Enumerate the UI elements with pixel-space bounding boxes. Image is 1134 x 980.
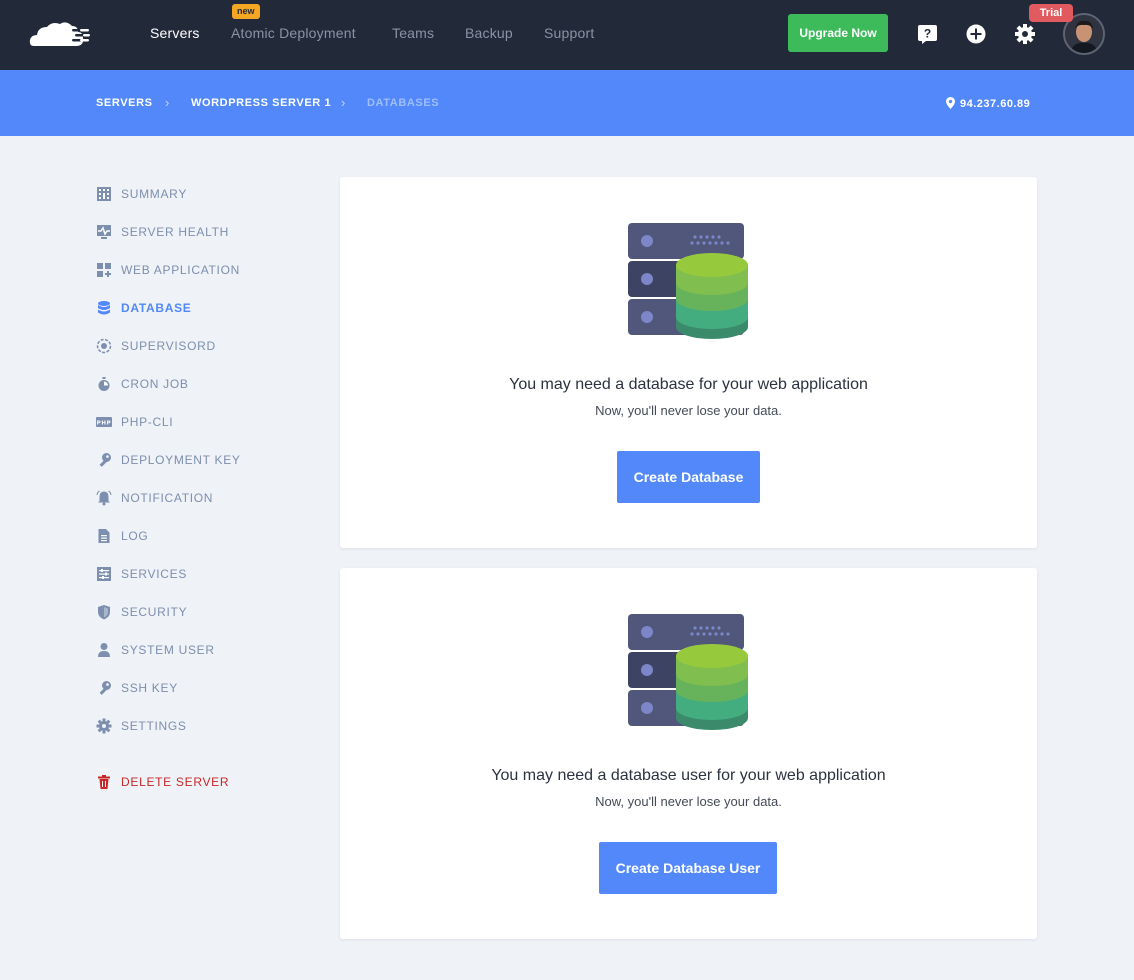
create-database-button[interactable]: Create Database [617, 451, 760, 503]
sidebar-item-label: SUMMARY [121, 187, 188, 201]
database-server-illustration [628, 223, 748, 339]
database-icon [98, 301, 110, 315]
services-icon [97, 567, 111, 581]
sidebar-item-label: SUPERVISORD [121, 339, 216, 353]
sidebar-item-label: NOTIFICATION [121, 491, 214, 505]
new-badge: new [232, 4, 260, 19]
upgrade-now-button[interactable]: Upgrade Now [788, 14, 888, 52]
card-subtitle: Now, you'll never lose your data. [595, 794, 782, 809]
sidebar-item-label: SETTINGS [121, 719, 187, 733]
bell-icon [96, 490, 112, 506]
sidebar-item-label: SERVER HEALTH [121, 225, 230, 239]
gear-icon [96, 718, 112, 734]
user-icon [98, 643, 110, 657]
shield-icon [98, 605, 110, 620]
database-server-illustration [628, 614, 748, 730]
trash-icon [98, 775, 110, 789]
breadcrumb-current: DATABASES [367, 97, 440, 109]
breadcrumb-server[interactable]: WORDPRESS SERVER 1 [191, 97, 331, 109]
health-icon [97, 225, 111, 239]
timer-icon [98, 377, 110, 391]
sidebar-item-label: SYSTEM USER [121, 643, 215, 657]
location-pin-icon [946, 97, 955, 109]
breadcrumb: SERVERS › WORDPRESS SERVER 1 › DATABASES… [0, 70, 1134, 136]
svg-text:?: ? [924, 27, 931, 41]
sidebar-item-label: CRON JOB [121, 377, 189, 391]
help-icon[interactable]: ? [917, 23, 939, 45]
sidebar-item-label: LOG [121, 529, 149, 543]
php-icon-text: PHP [97, 421, 112, 427]
card-title: You may need a database for your web app… [509, 376, 868, 393]
summary-icon [97, 187, 111, 201]
sidebar-item-label: DATABASE [121, 301, 192, 315]
trial-badge: Trial [1029, 4, 1073, 22]
delete-server-label: DELETE SERVER [121, 775, 230, 789]
supervisord-icon [96, 338, 112, 354]
sidebar-item-label: DEPLOYMENT KEY [121, 453, 241, 467]
sidebar-item-label: SECURITY [121, 605, 188, 619]
nav-atomic-deployment[interactable]: Atomic Deployment [231, 25, 356, 41]
nav-teams[interactable]: Teams [392, 25, 434, 41]
server-ip: 94.237.60.89 [946, 97, 1030, 110]
server-ip-value: 94.237.60.89 [960, 98, 1031, 110]
nav-backup[interactable]: Backup [465, 25, 513, 41]
key-icon [99, 681, 111, 695]
nav-support[interactable]: Support [544, 25, 594, 41]
card-subtitle: Now, you'll never lose your data. [595, 403, 782, 418]
gear-icon[interactable] [1014, 23, 1036, 45]
breadcrumb-separator: › [341, 95, 346, 110]
sidebar-item-label: PHP-CLI [121, 415, 174, 429]
add-icon[interactable] [965, 23, 987, 45]
create-database-card: You may need a database for your web app… [340, 177, 1037, 548]
file-icon [98, 529, 110, 543]
sidebar-item-label: SSH KEY [121, 681, 178, 695]
create-database-user-button[interactable]: Create Database User [599, 842, 777, 894]
breadcrumb-separator: › [165, 95, 170, 110]
web-app-icon [97, 263, 111, 277]
cloudways-logo[interactable] [28, 18, 92, 50]
sidebar-item-label: SERVICES [121, 567, 188, 581]
sidebar-item-label: WEB APPLICATION [121, 263, 240, 277]
nav-servers[interactable]: Servers [150, 25, 200, 41]
php-icon: PHP [96, 417, 112, 427]
top-navbar: Servers Atomic Deployment new Teams Back… [0, 0, 1134, 70]
breadcrumb-servers[interactable]: SERVERS [96, 97, 153, 109]
card-title: You may need a database user for your we… [491, 767, 886, 784]
key-icon [99, 453, 111, 467]
create-database-user-card: You may need a database user for your we… [340, 568, 1037, 939]
